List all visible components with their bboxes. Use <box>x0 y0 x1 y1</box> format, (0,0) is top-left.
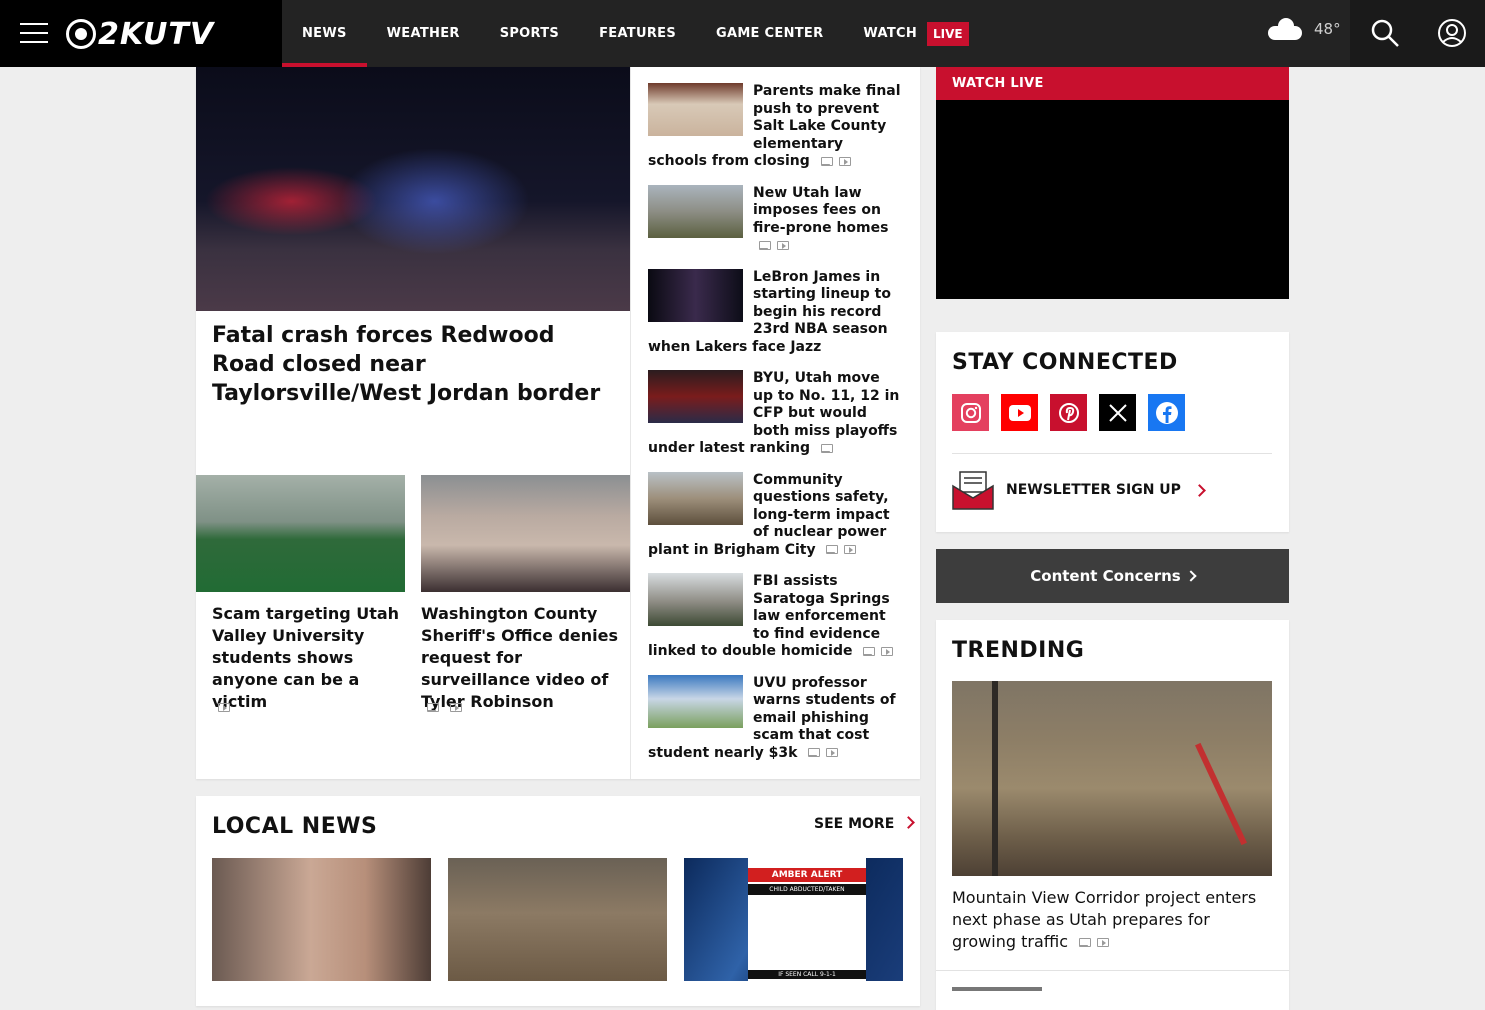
nav-watch[interactable]: WATCH <box>843 0 937 67</box>
amber-alert-poster: AMBER ALERT CHILD ABDUCTED/TAKEN IF SEEN… <box>748 858 866 981</box>
hero-image[interactable] <box>196 67 630 311</box>
local-news-image-2[interactable] <box>448 858 667 981</box>
photo-icon <box>808 748 821 757</box>
trending-image[interactable] <box>952 681 1272 876</box>
watch-live-player[interactable]: WATCH LIVE <box>936 67 1289 299</box>
image-detail <box>1195 742 1247 846</box>
video-icon <box>450 703 463 712</box>
photo-icon <box>759 240 771 250</box>
list-item[interactable]: FBI assists Saratoga Springs law enforce… <box>648 573 904 661</box>
photo-icon <box>1079 938 1092 947</box>
chevron-right-icon <box>1185 570 1197 582</box>
photo-icon <box>863 646 876 656</box>
top-nav: 2KUTV NEWS WEATHER SPORTS FEATURES GAME … <box>0 0 1485 67</box>
amber-alert-header: AMBER ALERT <box>748 868 866 882</box>
nav-news[interactable]: NEWS <box>282 0 367 67</box>
video-icon <box>826 748 839 757</box>
x-icon[interactable] <box>1099 394 1136 431</box>
video-icon <box>1097 938 1110 947</box>
social-links <box>952 394 1197 431</box>
amber-alert-subheader: CHILD ABDUCTED/TAKEN <box>748 884 866 895</box>
photo-icon <box>826 545 839 554</box>
divider <box>952 453 1272 454</box>
list-item[interactable]: LeBron James in starting lineup to begin… <box>648 268 904 357</box>
newsletter-signup-link[interactable]: NEWSLETTER SIGN UP <box>952 470 1206 510</box>
local-news-title: LOCAL NEWS <box>212 814 378 839</box>
nav-game-center[interactable]: GAME CENTER <box>696 0 843 67</box>
list-item[interactable]: BYU, Utah move up to No. 11, 12 in CFP b… <box>648 370 904 458</box>
list-item[interactable]: New Utah law imposes fees on fire-prone … <box>648 184 904 255</box>
media-icons <box>421 697 463 716</box>
image-detail <box>992 681 998 876</box>
story-image-sheriff[interactable] <box>421 475 630 592</box>
list-item[interactable]: Parents make final push to prevent Salt … <box>648 83 904 171</box>
photo-icon <box>427 703 439 712</box>
nav-weather[interactable]: WEATHER <box>367 0 480 67</box>
weather-widget[interactable]: 48° <box>1268 18 1341 40</box>
content-concerns-button[interactable]: Content Concerns <box>936 549 1289 603</box>
photo-icon <box>820 156 833 166</box>
nav-features[interactable]: FEATURES <box>579 0 696 67</box>
stay-connected-title: STAY CONNECTED <box>952 350 1178 375</box>
stay-connected-panel: STAY CONNECTED NEWSLETTER SIGN UP <box>936 332 1289 532</box>
cloud-icon <box>1268 18 1302 40</box>
brand-area: 2KUTV <box>0 0 282 67</box>
local-news-panel: LOCAL NEWS SEE MORE AMBER ALERT CHILD AB… <box>196 796 920 1006</box>
trending-next-thumbnail[interactable] <box>952 987 1042 991</box>
instagram-icon[interactable] <box>952 394 989 431</box>
chevron-right-icon <box>902 816 916 829</box>
top-stories-panel: Fatal crash forces Redwood Road closed n… <box>196 67 920 779</box>
trending-headline[interactable]: Mountain View Corridor project enters ne… <box>952 887 1268 953</box>
video-icon <box>844 545 857 554</box>
story-list: Parents make final push to prevent Salt … <box>648 83 904 776</box>
user-account-icon[interactable] <box>1437 18 1467 48</box>
content-concerns-label: Content Concerns <box>1030 567 1181 585</box>
story-thumbnail <box>648 184 743 238</box>
story-thumbnail <box>648 268 743 322</box>
story-thumbnail <box>648 674 743 728</box>
photo-icon <box>820 443 833 453</box>
pinterest-icon[interactable] <box>1050 394 1087 431</box>
story-thumbnail <box>648 83 743 136</box>
watch-live-label: WATCH LIVE <box>936 67 1289 100</box>
nav-utilities <box>1350 0 1485 67</box>
story-thumbnail <box>648 471 743 525</box>
nav-sports[interactable]: SPORTS <box>480 0 579 67</box>
media-icons <box>212 697 230 716</box>
site-logo[interactable]: 2KUTV <box>66 16 215 52</box>
search-icon[interactable] <box>1370 18 1400 48</box>
video-icon <box>777 240 789 250</box>
list-item[interactable]: Community questions safety, long-term im… <box>648 471 904 560</box>
video-icon <box>838 156 851 166</box>
trending-panel: TRENDING Mountain View Corridor project … <box>936 620 1289 1010</box>
divider <box>936 970 1289 971</box>
video-icon <box>881 646 894 656</box>
local-news-image-3[interactable]: AMBER ALERT CHILD ABDUCTED/TAKEN IF SEEN… <box>684 858 903 981</box>
menu-icon[interactable] <box>20 23 48 43</box>
story-image-uvu-scam[interactable] <box>196 475 405 592</box>
trending-title: TRENDING <box>952 638 1085 663</box>
hero-headline[interactable]: Fatal crash forces Redwood Road closed n… <box>212 321 612 408</box>
see-more-link[interactable]: SEE MORE <box>814 816 916 832</box>
main-menu: NEWS WEATHER SPORTS FEATURES GAME CENTER… <box>282 0 969 67</box>
story-headline-uvu-scam[interactable]: Scam targeting Utah Valley University st… <box>212 603 410 713</box>
see-more-label: SEE MORE <box>814 816 895 832</box>
newsletter-label: NEWSLETTER SIGN UP <box>1006 482 1181 498</box>
story-thumbnail <box>648 573 743 626</box>
temperature: 48° <box>1314 20 1341 38</box>
cbs-eye-icon <box>66 19 96 49</box>
list-item[interactable]: UVU professor warns students of email ph… <box>648 674 904 763</box>
envelope-icon <box>952 471 994 510</box>
story-headline: New Utah law imposes fees on fire-prone … <box>753 184 889 236</box>
youtube-icon[interactable] <box>1001 394 1038 431</box>
amber-alert-footer: IF SEEN CALL 9-1-1 <box>748 970 866 979</box>
video-icon <box>218 703 230 712</box>
facebook-icon[interactable] <box>1148 394 1185 431</box>
local-news-image-1[interactable] <box>212 858 431 981</box>
story-thumbnail <box>648 370 743 423</box>
logo-wordmark: 2KUTV <box>98 16 215 52</box>
column-divider <box>630 67 631 779</box>
chevron-right-icon <box>1193 483 1206 497</box>
